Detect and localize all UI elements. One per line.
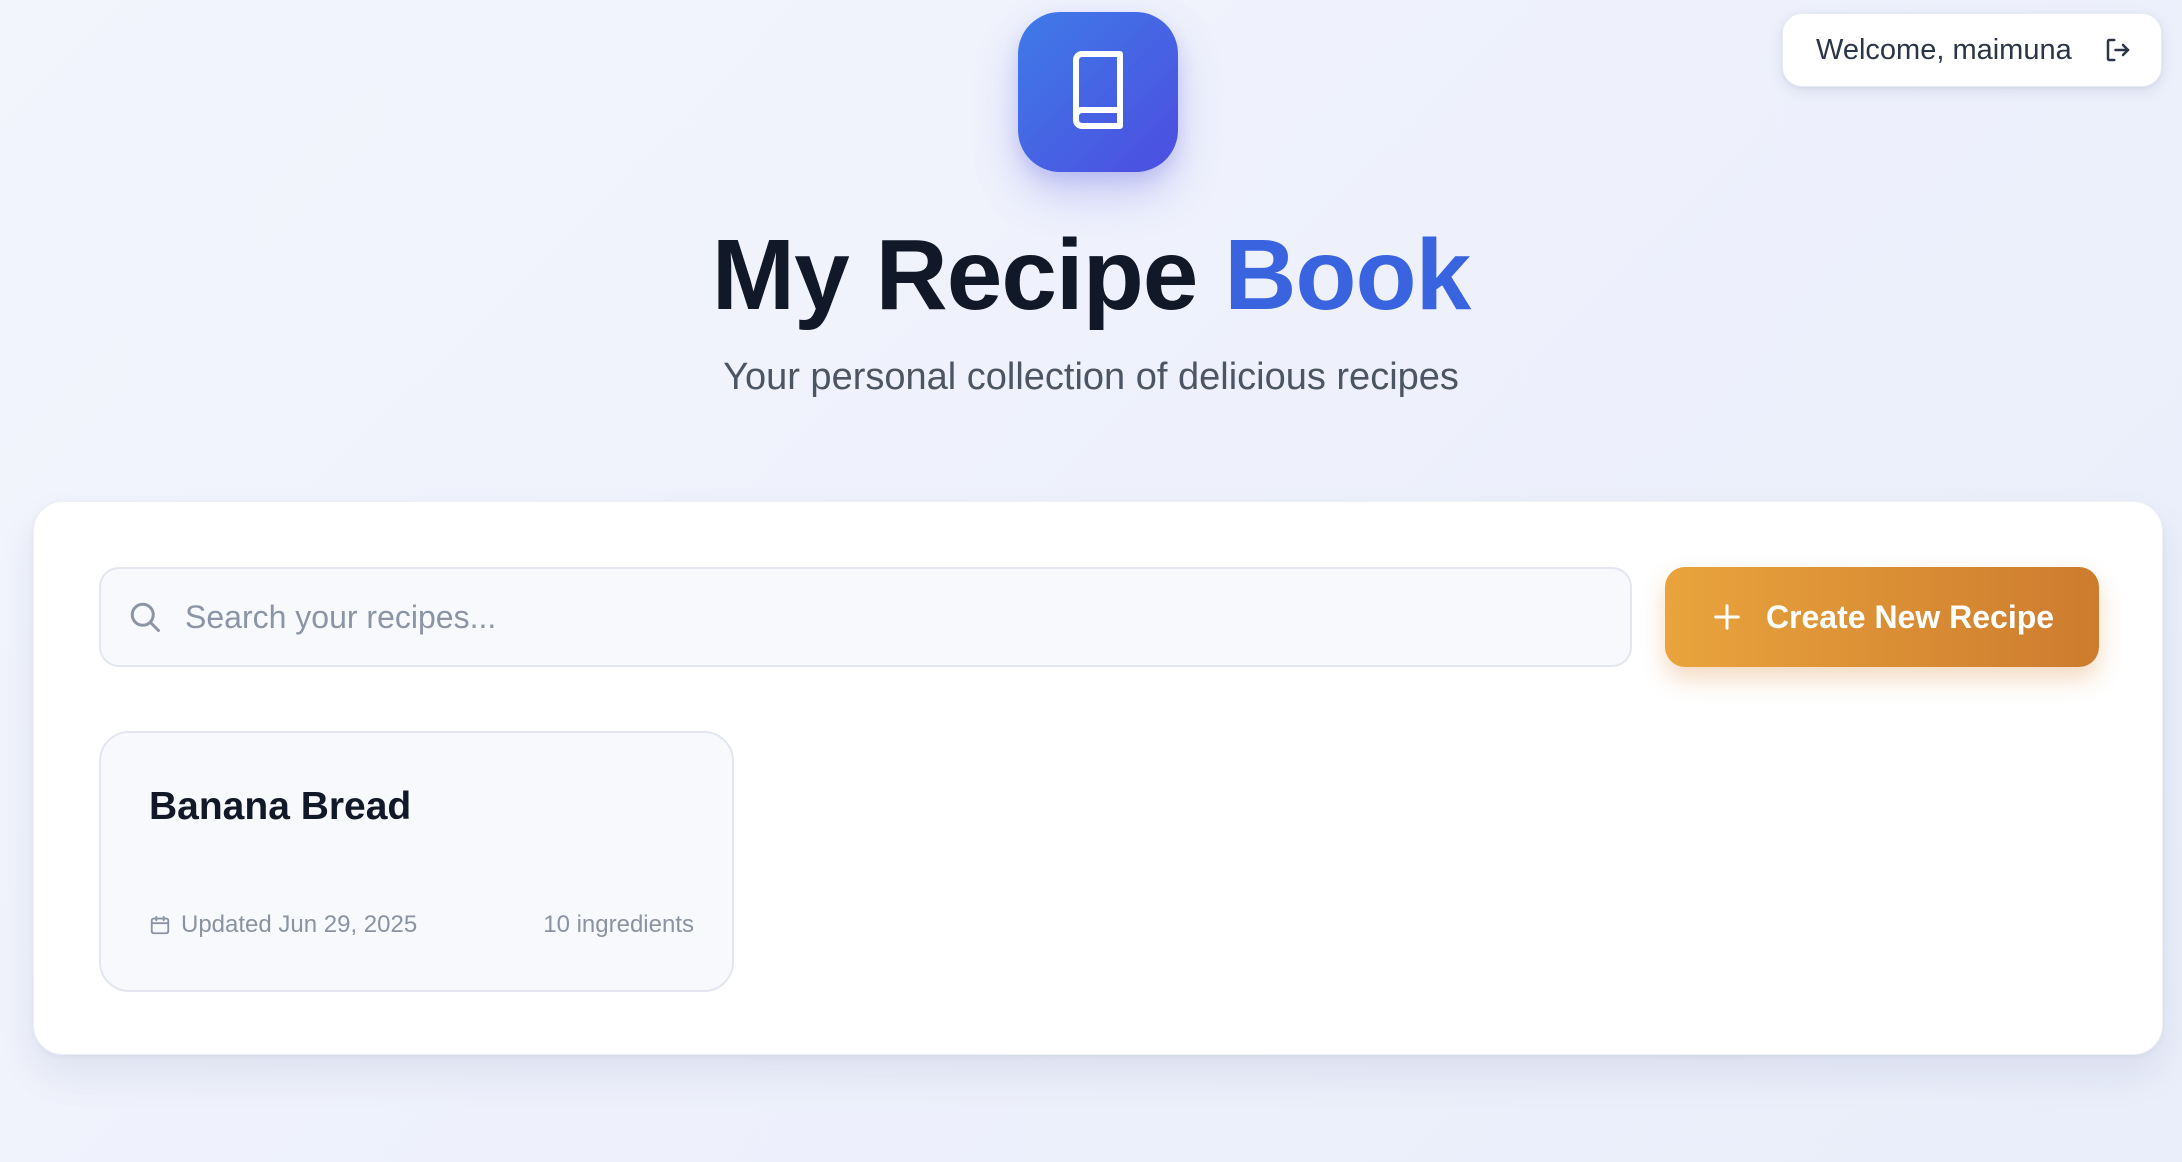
recipe-updated-text: Updated Jun 29, 2025 xyxy=(181,911,418,938)
page-title: My Recipe Book xyxy=(0,215,2182,335)
recipe-updated: Updated Jun 29, 2025 xyxy=(149,911,417,939)
user-menu[interactable]: Welcome, maimuna xyxy=(1782,13,2162,87)
create-recipe-button[interactable]: Create New Recipe xyxy=(1665,567,2099,667)
create-recipe-label: Create New Recipe xyxy=(1765,598,2055,635)
search-bar[interactable] xyxy=(99,567,1632,667)
recipes-panel: Create New Recipe Banana Bread Updated J… xyxy=(33,501,2163,1055)
page-subtitle: Your personal collection of delicious re… xyxy=(723,356,1459,398)
recipe-book-page: Welcome, maimuna My Recipe Book Your per… xyxy=(0,0,2182,1162)
recipe-meta: Updated Jun 29, 2025 10 ingredients xyxy=(149,911,694,939)
title-main: My Recipe xyxy=(711,219,1225,331)
app-logo xyxy=(1018,12,1178,172)
recipe-card[interactable]: Banana Bread Updated Jun 29, 2025 10 ing… xyxy=(99,731,734,992)
search-input[interactable] xyxy=(185,598,1585,636)
recipe-title: Banana Bread xyxy=(149,785,412,828)
logout-icon[interactable] xyxy=(2101,33,2135,67)
book-icon xyxy=(1066,50,1130,135)
welcome-text: Welcome, maimuna xyxy=(1816,33,2072,66)
calendar-icon xyxy=(149,914,171,936)
title-accent: Book xyxy=(1224,219,1471,331)
search-icon xyxy=(125,597,165,637)
recipe-ingredient-count: 10 ingredients xyxy=(543,911,694,938)
plus-icon xyxy=(1710,600,1744,634)
